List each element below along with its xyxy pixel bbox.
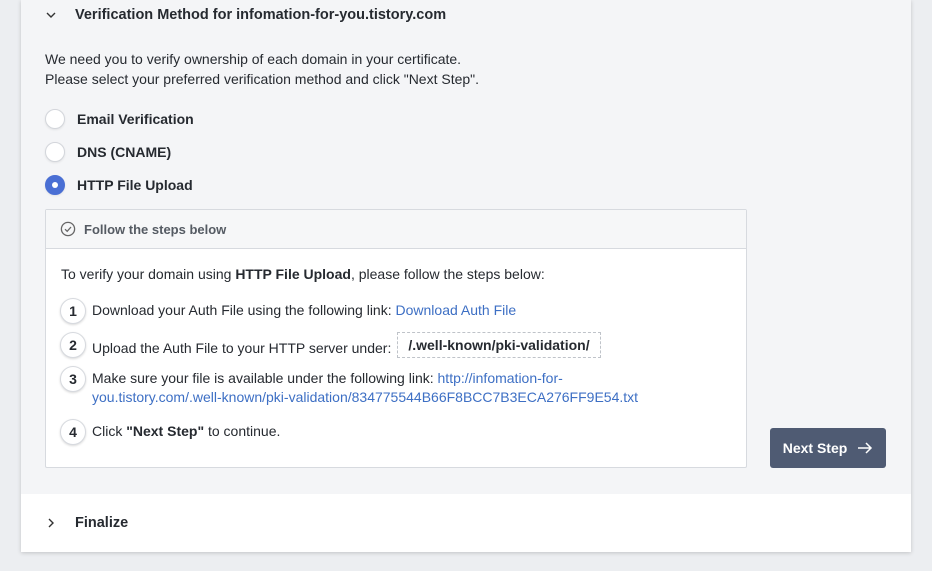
- step-4-button-ref: "Next Step": [126, 423, 205, 439]
- verification-section-title: Verification Method for infomation-for-y…: [75, 7, 447, 23]
- steps-panel: Follow the steps below To verify your do…: [45, 209, 747, 468]
- step-number: 2: [60, 332, 86, 358]
- option-label: HTTP File Upload: [77, 177, 193, 193]
- radio-dns-cname[interactable]: [45, 142, 65, 162]
- chevron-down-icon: [46, 12, 56, 18]
- step-number: 3: [60, 366, 86, 392]
- step-2-text: Upload the Auth File to your HTTP server…: [92, 340, 392, 356]
- verification-section: Verification Method for infomation-for-y…: [21, 0, 911, 494]
- steps-panel-header: Follow the steps below: [46, 210, 746, 249]
- step-number: 1: [60, 298, 86, 324]
- step-3: 3 Make sure your file is available under…: [60, 366, 638, 407]
- finalize-section-header[interactable]: Finalize: [21, 508, 911, 538]
- server-path: /.well-known/pki-validation/: [397, 332, 601, 358]
- intro-line-1: We need you to verify ownership of each …: [45, 51, 462, 67]
- download-auth-file-link[interactable]: Download Auth File: [396, 302, 517, 318]
- option-email-verification[interactable]: Email Verification: [45, 108, 194, 130]
- step-text: Make sure your file is available under t…: [92, 366, 638, 407]
- step-1: 1 Download your Auth File using the foll…: [60, 298, 516, 324]
- certificate-card: Verification Method for infomation-for-y…: [21, 0, 911, 552]
- steps-intro: To verify your domain using HTTP File Up…: [61, 266, 545, 282]
- option-dns-cname[interactable]: DNS (CNAME): [45, 141, 171, 163]
- next-step-button[interactable]: Next Step: [770, 428, 886, 468]
- step-2: 2 Upload the Auth File to your HTTP serv…: [60, 332, 601, 361]
- steps-intro-text-end: , please follow the steps below:: [350, 266, 545, 282]
- step-4-text-end: to continue.: [204, 423, 281, 439]
- intro-line-2: Please select your preferred verificatio…: [45, 71, 480, 87]
- step-3-text: Make sure your file is available under t…: [92, 370, 438, 386]
- steps-intro-text: To verify your domain using: [61, 266, 236, 282]
- auth-file-url-link-part2[interactable]: you.tistory.com/.well-known/pki-validati…: [92, 389, 638, 405]
- step-text: Upload the Auth File to your HTTP server…: [92, 332, 601, 361]
- step-1-text: Download your Auth File using the follow…: [92, 302, 396, 318]
- steps-panel-title: Follow the steps below: [84, 221, 227, 237]
- step-4: 4 Click "Next Step" to continue.: [60, 419, 280, 445]
- step-text: Download your Auth File using the follow…: [92, 298, 516, 320]
- option-label: DNS (CNAME): [77, 144, 172, 160]
- radio-email-verification[interactable]: [45, 109, 65, 129]
- check-circle-icon: [60, 221, 76, 237]
- option-http-file-upload[interactable]: HTTP File Upload: [45, 174, 193, 196]
- chevron-right-icon: [48, 518, 54, 528]
- auth-file-url-link-part1[interactable]: http://infomation-for-: [438, 370, 563, 386]
- steps-intro-method: HTTP File Upload: [235, 266, 351, 282]
- arrow-right-icon: [858, 442, 873, 454]
- verification-section-header[interactable]: Verification Method for infomation-for-y…: [21, 0, 911, 30]
- next-step-label: Next Step: [782, 440, 848, 456]
- step-text: Click "Next Step" to continue.: [92, 419, 280, 441]
- step-4-text: Click: [92, 423, 127, 439]
- finalize-section-title: Finalize: [75, 515, 129, 531]
- radio-http-file-upload[interactable]: [45, 175, 65, 195]
- option-label: Email Verification: [77, 111, 194, 127]
- step-number: 4: [60, 419, 86, 445]
